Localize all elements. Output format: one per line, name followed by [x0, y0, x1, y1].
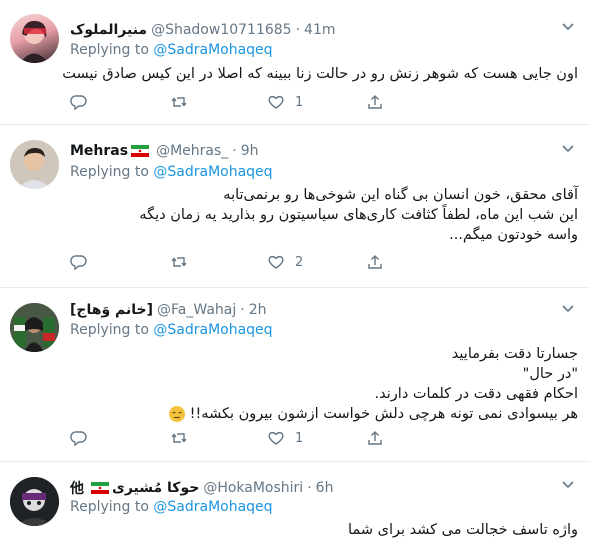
iran-flag-icon [91, 482, 109, 494]
tweet-text-line: واژه تاسف خجالت می کشد برای شما [348, 522, 578, 538]
avatar[interactable] [10, 303, 59, 352]
tweet-text-line: جسارتا دقت بفرمایید [451, 346, 578, 362]
more-options-icon[interactable] [560, 300, 576, 320]
replying-label: Replying to [70, 499, 149, 515]
tweet-text: جسارتا دقت بفرمایید "در حال" احکام فقهی … [70, 344, 578, 424]
more-options-icon[interactable] [560, 18, 576, 38]
tweet-1[interactable]: منيرالملوک @Shadow10711685 · 41m Replyin… [0, 0, 590, 125]
replying-to: Replying to @SadraMohaqeq [70, 322, 273, 338]
more-options-icon[interactable] [560, 476, 576, 496]
reply-icon [70, 95, 87, 111]
heart-icon [268, 431, 284, 445]
display-name-suffix[interactable]: 他 [70, 478, 84, 498]
timestamp[interactable]: 6h [316, 480, 334, 496]
user-handle[interactable]: @Shadow10711685 [151, 22, 292, 38]
replying-label: Replying to [70, 42, 149, 58]
tweet-text-line: هر بیسوادی نمی تونه هرچی دلش خواست ازشون… [70, 404, 578, 424]
separator-dot: · [240, 302, 245, 318]
mention-link[interactable]: @SadraMohaqeq [153, 499, 272, 515]
reply-button[interactable] [70, 253, 88, 271]
retweet-button[interactable] [170, 93, 188, 111]
reply-icon [70, 255, 87, 271]
display-name[interactable]: Mehras [70, 143, 128, 159]
share-icon [368, 255, 382, 269]
replying-to: Replying to @SadraMohaqeq [70, 42, 273, 58]
retweet-icon [171, 433, 187, 443]
tweet-text: آقای محقق، خون انسان بی گناه این شوخی‌ها… [70, 185, 578, 245]
replying-label: Replying to [70, 164, 149, 180]
tweet-actions: 1 [70, 429, 400, 449]
display-name[interactable]: حوکا مُشیری [112, 480, 199, 496]
like-button[interactable]: 1 [267, 429, 303, 447]
user-handle[interactable]: @HokaMoshiri [203, 480, 303, 496]
avatar[interactable] [10, 140, 59, 189]
tweet-header: [خانم وَهاج] @Fa_Wahaj · 2h [70, 302, 266, 318]
reply-icon [70, 431, 87, 447]
share-icon [368, 95, 382, 109]
like-button[interactable]: 2 [267, 253, 303, 271]
tweet-header: Mehras @Mehras_ · 9h [70, 143, 259, 159]
mention-link[interactable]: @SadraMohaqeq [153, 42, 272, 58]
tweet-text: اون جایی هست که شوهر زنش رو در حالت زنا … [62, 64, 578, 84]
retweet-button[interactable] [170, 253, 188, 271]
heart-icon [268, 255, 284, 269]
separator-dot: · [232, 143, 237, 159]
replying-label: Replying to [70, 322, 149, 338]
tweet-text-line: این شب این ماه، لطفاً کثافت کاری‌های سیا… [139, 207, 578, 223]
tweet-text-line: "در حال" [522, 366, 578, 382]
reply-button[interactable] [70, 93, 88, 111]
tweet-actions: 2 [70, 253, 400, 273]
tweet-3[interactable]: [خانم وَهاج] @Fa_Wahaj · 2h Replying to … [0, 288, 590, 462]
tweet-actions: 1 [70, 93, 400, 113]
replying-to: Replying to @SadraMohaqeq [70, 164, 273, 180]
user-handle[interactable]: @Fa_Wahaj [157, 302, 236, 318]
tweet-text-line: اون جایی هست که شوهر زنش رو در حالت زنا … [62, 66, 578, 82]
mention-link[interactable]: @SadraMohaqeq [153, 322, 272, 338]
timestamp[interactable]: 41m [304, 22, 335, 38]
user-handle[interactable]: @Mehras_ [156, 143, 228, 159]
display-name[interactable]: [خانم وَهاج] [70, 302, 153, 318]
retweet-button[interactable] [170, 429, 188, 447]
avatar[interactable] [10, 477, 59, 526]
avatar[interactable] [10, 14, 59, 63]
tweet-text-line: واسه خودتون میگم... [449, 227, 578, 243]
share-button[interactable] [366, 253, 384, 271]
timestamp[interactable]: 9h [241, 143, 259, 159]
like-count: 1 [295, 94, 304, 110]
timestamp[interactable]: 2h [249, 302, 267, 318]
more-options-icon[interactable] [560, 140, 576, 160]
share-button[interactable] [366, 93, 384, 111]
tweet-text-line: آقای محقق، خون انسان بی گناه این شوخی‌ها… [223, 187, 578, 203]
tweet-text-segment: هر بیسوادی نمی تونه هرچی دلش خواست ازشون… [189, 406, 578, 422]
share-icon [368, 431, 382, 445]
separator-dot: · [295, 22, 301, 38]
tweet-2[interactable]: Mehras @Mehras_ · 9h Replying to @SadraM… [0, 125, 590, 288]
tweet-4[interactable]: 他 حوکا مُشیری @HokaMoshiri · 6h Replying… [0, 462, 590, 549]
like-button[interactable]: 1 [267, 93, 303, 111]
tweet-header: منيرالملوک @Shadow10711685 · 41m [70, 22, 335, 38]
retweet-icon [171, 257, 187, 267]
tweet-text: واژه تاسف خجالت می کشد برای شما [70, 520, 578, 540]
iran-flag-icon [131, 145, 150, 157]
like-count: 2 [295, 254, 304, 270]
mention-link[interactable]: @SadraMohaqeq [153, 164, 272, 180]
like-count: 1 [295, 430, 304, 446]
separator-dot: · [307, 480, 312, 496]
share-button[interactable] [366, 429, 384, 447]
unamused-face-emoji-icon [169, 406, 186, 422]
replying-to: Replying to @SadraMohaqeq [70, 499, 273, 515]
heart-icon [268, 95, 284, 109]
display-name[interactable]: منيرالملوک [70, 22, 147, 38]
retweet-icon [171, 97, 187, 107]
reply-button[interactable] [70, 429, 88, 447]
tweet-text-line: احکام فقهی دقت در کلمات دارند. [374, 386, 578, 402]
tweet-header: 他 حوکا مُشیری @HokaMoshiri · 6h [70, 478, 333, 498]
